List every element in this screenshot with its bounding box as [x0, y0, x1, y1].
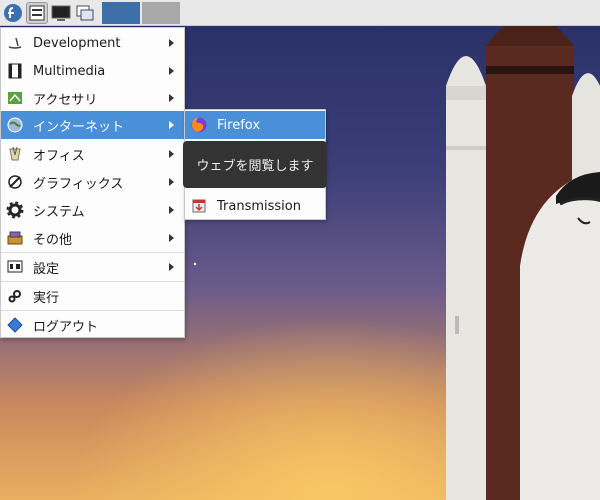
graphics-icon	[6, 173, 24, 191]
menu-item-label: インターネット	[33, 119, 125, 135]
submenu-item-firefox[interactable]: Firefox	[185, 111, 325, 139]
other-icon	[6, 229, 24, 247]
applications-menu-button[interactable]	[26, 1, 48, 24]
office-icon	[6, 145, 24, 163]
submenu-arrow-icon	[169, 178, 174, 186]
workspace-2-button[interactable]	[142, 1, 180, 24]
run-icon	[6, 287, 24, 305]
window-list-icon	[76, 5, 94, 20]
menu-item-label: アクセサリ	[33, 92, 98, 108]
accessories-icon	[6, 89, 24, 107]
submenu-arrow-icon	[169, 67, 174, 75]
menu-item-run[interactable]: 実行	[1, 282, 184, 310]
submenu-arrow-icon	[169, 150, 174, 158]
submenu-arrow-icon	[169, 94, 174, 102]
top-panel	[0, 0, 600, 26]
applications-menu: Development Multimedia アクセサリ インターネット オフィ…	[0, 27, 185, 338]
menu-item-label: グラフィックス	[33, 176, 124, 192]
menu-item-label: システム	[33, 204, 85, 220]
workspace-1-button[interactable]	[102, 1, 140, 24]
menu-item-logout[interactable]: ログアウト	[1, 311, 184, 339]
tooltip-text: ウェブを閲覧します	[196, 159, 314, 174]
menu-item-label: その他	[33, 232, 73, 248]
development-icon	[6, 34, 24, 52]
submenu-arrow-icon	[169, 234, 174, 242]
menu-icon	[29, 5, 45, 20]
tooltip: ウェブを閲覧します	[183, 141, 327, 188]
menu-item-label: オフィス	[33, 148, 85, 164]
menu-item-office[interactable]: オフィス	[1, 140, 184, 168]
settings-icon	[6, 258, 24, 276]
show-desktop-button[interactable]	[50, 2, 72, 24]
menu-item-settings[interactable]: 設定	[1, 253, 184, 281]
menu-item-system[interactable]: システム	[1, 196, 184, 224]
menu-item-graphics[interactable]: グラフィックス	[1, 168, 184, 196]
menu-item-label: Firefox	[217, 117, 261, 133]
submenu-arrow-icon	[169, 39, 174, 47]
window-list-button[interactable]	[74, 2, 96, 24]
logout-icon	[6, 316, 24, 334]
fedora-logo-icon[interactable]	[2, 2, 24, 24]
firefox-icon	[190, 116, 208, 134]
submenu-item-transmission[interactable]: Transmission	[185, 192, 325, 220]
menu-item-other[interactable]: その他	[1, 224, 184, 252]
menu-item-label: Development	[33, 35, 121, 51]
menu-item-label: ログアウト	[33, 319, 99, 335]
multimedia-icon	[6, 62, 24, 80]
menu-item-multimedia[interactable]: Multimedia	[1, 57, 184, 85]
submenu-arrow-icon	[169, 206, 174, 214]
menu-item-label: Transmission	[217, 198, 301, 214]
submenu-arrow-icon	[169, 263, 174, 271]
menu-item-label: 設定	[33, 261, 60, 277]
internet-icon	[6, 116, 24, 134]
menu-item-accessories[interactable]: アクセサリ	[1, 84, 184, 112]
show-desktop-icon	[51, 5, 71, 21]
menu-item-internet[interactable]: インターネット	[1, 111, 184, 139]
menu-item-development[interactable]: Development	[1, 29, 184, 57]
menu-item-label: 実行	[33, 290, 60, 306]
system-icon	[6, 201, 24, 219]
menu-item-label: Multimedia	[33, 63, 106, 79]
transmission-icon	[190, 197, 208, 215]
submenu-arrow-icon	[169, 121, 174, 129]
